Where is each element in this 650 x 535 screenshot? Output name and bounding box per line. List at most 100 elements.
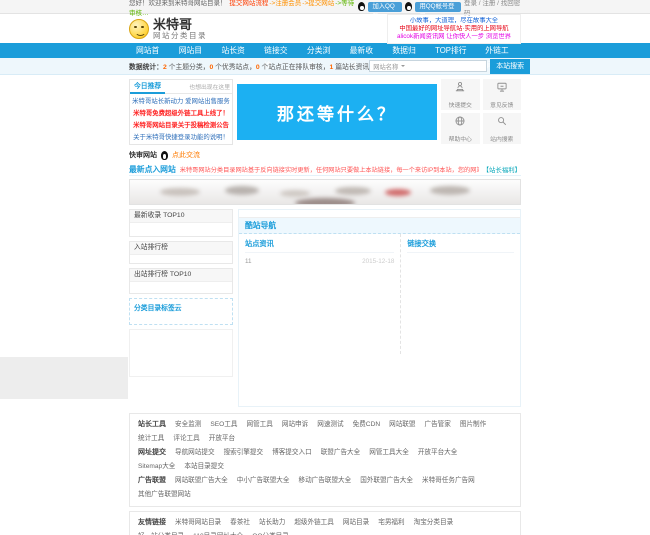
submit-flow-step[interactable]: ->提交网站 (302, 0, 334, 7)
floating-side-widget[interactable] (0, 357, 128, 399)
today-recommend-item[interactable]: 关于米特哥快捷登录功能的说明！ (132, 132, 230, 144)
friend-link[interactable]: 超级外链工具 (294, 516, 334, 530)
latest-in-title[interactable]: 最新点入网站 (129, 164, 176, 175)
search-input[interactable] (405, 61, 487, 71)
footer-link[interactable]: 网速测试 (317, 418, 343, 432)
nav-item-TOP排行榜[interactable]: TOP排行榜 (428, 43, 478, 70)
friend-link[interactable]: 米特哥网站目录 (175, 516, 221, 530)
out-rank-box: 出站排行榜 TOP10 (129, 268, 233, 294)
auth-link[interactable]: 注册 (482, 0, 495, 7)
nav-item-最新收录[interactable]: 最新收录 (343, 43, 386, 70)
feedback-icon (496, 80, 508, 98)
footer-link[interactable]: SEO工具 (210, 418, 237, 432)
friend-link-row: 友情链接 米特哥网站目录春茶社站长助力超级外链工具网站目录宅男福利淘宝分类目录好一… (138, 516, 512, 535)
promo-banner[interactable]: 那还等什么？ (237, 84, 437, 140)
footer-link[interactable]: 联盟广告大全 (321, 446, 361, 460)
footer-group-title: 广告联盟 (138, 477, 166, 484)
nav-item-分类浏览[interactable]: 分类浏览 (300, 43, 343, 70)
quick-box-label: 站内搜索 (490, 137, 514, 143)
ad-strip-blob (160, 188, 200, 196)
footer-link[interactable]: 国外联盟广告大全 (360, 474, 413, 488)
main-panel-top-strip (239, 210, 520, 218)
header-ad-line[interactable]: 小故事，大道理，尽在故事大全 (391, 17, 517, 25)
footer-link[interactable]: 网管工具 (247, 418, 273, 432)
header-ad-line[interactable]: 中国最好的网址导航站·实用的上网导航 (391, 25, 517, 33)
search-button[interactable]: 本站搜索 (490, 58, 531, 74)
footer-link[interactable]: 搜索引擎提交 (224, 446, 264, 460)
friend-link[interactable]: 好一站分类目录 (138, 530, 184, 535)
nav-item-网站首页[interactable]: 网站首页 (129, 43, 172, 70)
footer-link[interactable]: 开放平台大全 (418, 446, 458, 460)
footer-link[interactable]: 图片制作 (460, 418, 486, 432)
tab-today-recommend[interactable]: 今日推荐 (130, 80, 166, 94)
friend-link[interactable]: 春茶社 (230, 516, 250, 530)
friend-link[interactable]: QQ分类目录 (252, 530, 289, 535)
today-recommend-item[interactable]: 米特哥站长新动力 爱网站出售服务 (132, 96, 230, 108)
tab-side-note[interactable]: 也想出现在这里 (189, 82, 232, 91)
tag-cloud-box: 分类目录标签云 (129, 298, 233, 325)
ad-strip-blob (225, 186, 259, 195)
friend-link[interactable]: 110目录网址大全 (193, 530, 243, 535)
qq-login-button[interactable]: 用QQ帐号登录 (415, 1, 461, 20)
footer-link[interactable]: 广告管家 (424, 418, 450, 432)
friend-link[interactable]: 宅男福利 (378, 516, 404, 530)
qq-chat-link[interactable]: 点此交流 (172, 150, 200, 160)
footer-link[interactable]: 开放平台 (209, 432, 235, 446)
search-box: 网站名称 (369, 60, 488, 72)
latest-included-body (130, 223, 232, 236)
header-ad-box[interactable]: 小故事，大道理，尽在故事大全 中国最好的网址导航站·实用的上网导航 alicok新闻… (387, 13, 521, 44)
footer-link[interactable]: 安全监测 (175, 418, 201, 432)
friend-link[interactable]: 站长助力 (259, 516, 285, 530)
nav-item-数据归档[interactable]: 数据归档 (385, 43, 428, 70)
site-title: 米特哥 (153, 16, 193, 32)
nav-item-网站目录[interactable]: 网站目录 (172, 43, 215, 70)
friend-link[interactable]: 淘宝分类目录 (414, 516, 454, 530)
footer-link[interactable]: 网站申诉 (282, 418, 308, 432)
footer-link[interactable]: 移动广告联盟大全 (299, 474, 352, 488)
site-logo[interactable]: 米特哥 网站分类目录 (129, 18, 207, 40)
news-row[interactable]: 11 2015-12-18 (245, 256, 394, 268)
search-category-select[interactable]: 网站名称 (373, 62, 406, 71)
nav-item-链接交换[interactable]: 链接交换 (257, 43, 300, 70)
search-category-value: 网站名称 (373, 63, 399, 71)
site-stats-text: 数据统计：2 个主题分类，0 个优秀站点，0 个站点正在排队审核，1 篇站长资讯 (129, 61, 369, 71)
auth-link[interactable]: 登录 (464, 0, 477, 7)
today-recommend-item[interactable]: 米特哥免费超级外链工具上线了！ (132, 108, 230, 120)
footer-link[interactable]: 网管工具大全 (369, 446, 409, 460)
footer-link[interactable]: 免费CDN (353, 418, 380, 432)
nav-item-站长资讯[interactable]: 站长资讯 (214, 43, 257, 70)
submit-flow-step[interactable]: ->注册会员 (269, 0, 301, 7)
main-panel: 酷站导航 站点资讯 11 2015-12-18 链接交换 (238, 209, 521, 407)
footer-link[interactable]: 本站目录提交 (184, 460, 224, 474)
quick-box-快速提交[interactable]: 快速提交 (441, 79, 480, 110)
footer-link[interactable]: 网站联盟 (389, 418, 415, 432)
stats-part: 个站点正在排队审核， (259, 64, 330, 71)
quick-action-grid: 快速提交 意见反馈帮助中心 站内搜索 (441, 79, 521, 145)
stats-part: 篇站长资讯 (333, 64, 370, 71)
logo-wall-ad-strip[interactable] (129, 179, 521, 205)
footer-link[interactable]: 博客提交入口 (272, 446, 312, 460)
footer-link[interactable]: 其他广告联盟网站 (138, 488, 191, 502)
quick-box-站内搜索[interactable]: 站内搜索 (482, 113, 521, 144)
header-ad-line[interactable]: alicok新闻资讯网 让你快人一步 浏览世界 (391, 33, 517, 41)
quick-box-label: 帮助中心 (448, 137, 472, 143)
footer-link[interactable]: 中小广告联盟大全 (237, 474, 290, 488)
today-recommend-panel: 今日推荐 也想出现在这里 米特哥站长新动力 爱网站出售服务 米特哥免费超级外链工具… (129, 79, 233, 145)
quick-box-帮助中心[interactable]: 帮助中心 (441, 113, 480, 144)
footer-link[interactable]: 评论工具 (173, 432, 199, 446)
footer-link[interactable]: 网站联盟广告大全 (175, 474, 228, 488)
footer-link[interactable]: 米特哥任务广告网 (422, 474, 475, 488)
site-search: 网站名称 本站搜索 (369, 58, 531, 74)
join-qq-group-button[interactable]: 加入QQ群 (368, 1, 403, 20)
friend-link[interactable]: 网站目录 (343, 516, 369, 530)
footer-link[interactable]: Sitemap大全 (138, 460, 175, 474)
footer-link[interactable]: 导航网站提交 (175, 446, 215, 460)
today-recommend-item[interactable]: 米特哥网站目录关于投稿检测公告 (132, 120, 230, 132)
submit-flow-step[interactable]: 提交网站流程 (229, 0, 268, 7)
footer-group-title: 站长工具 (138, 421, 166, 428)
footer-link[interactable]: 统计工具 (138, 432, 164, 446)
quick-box-意见反馈[interactable]: 意见反馈 (482, 79, 521, 110)
nav-item-外链工具[interactable]: 外链工具 (478, 43, 521, 70)
latest-in-marquee: 米特哥网站分类目录网站基于反向链接实时更新，任何网站只要做上本站链接，每一个来访… (179, 166, 479, 174)
webmaster-benefit-badge[interactable]: 【站长福利】 (483, 165, 521, 174)
